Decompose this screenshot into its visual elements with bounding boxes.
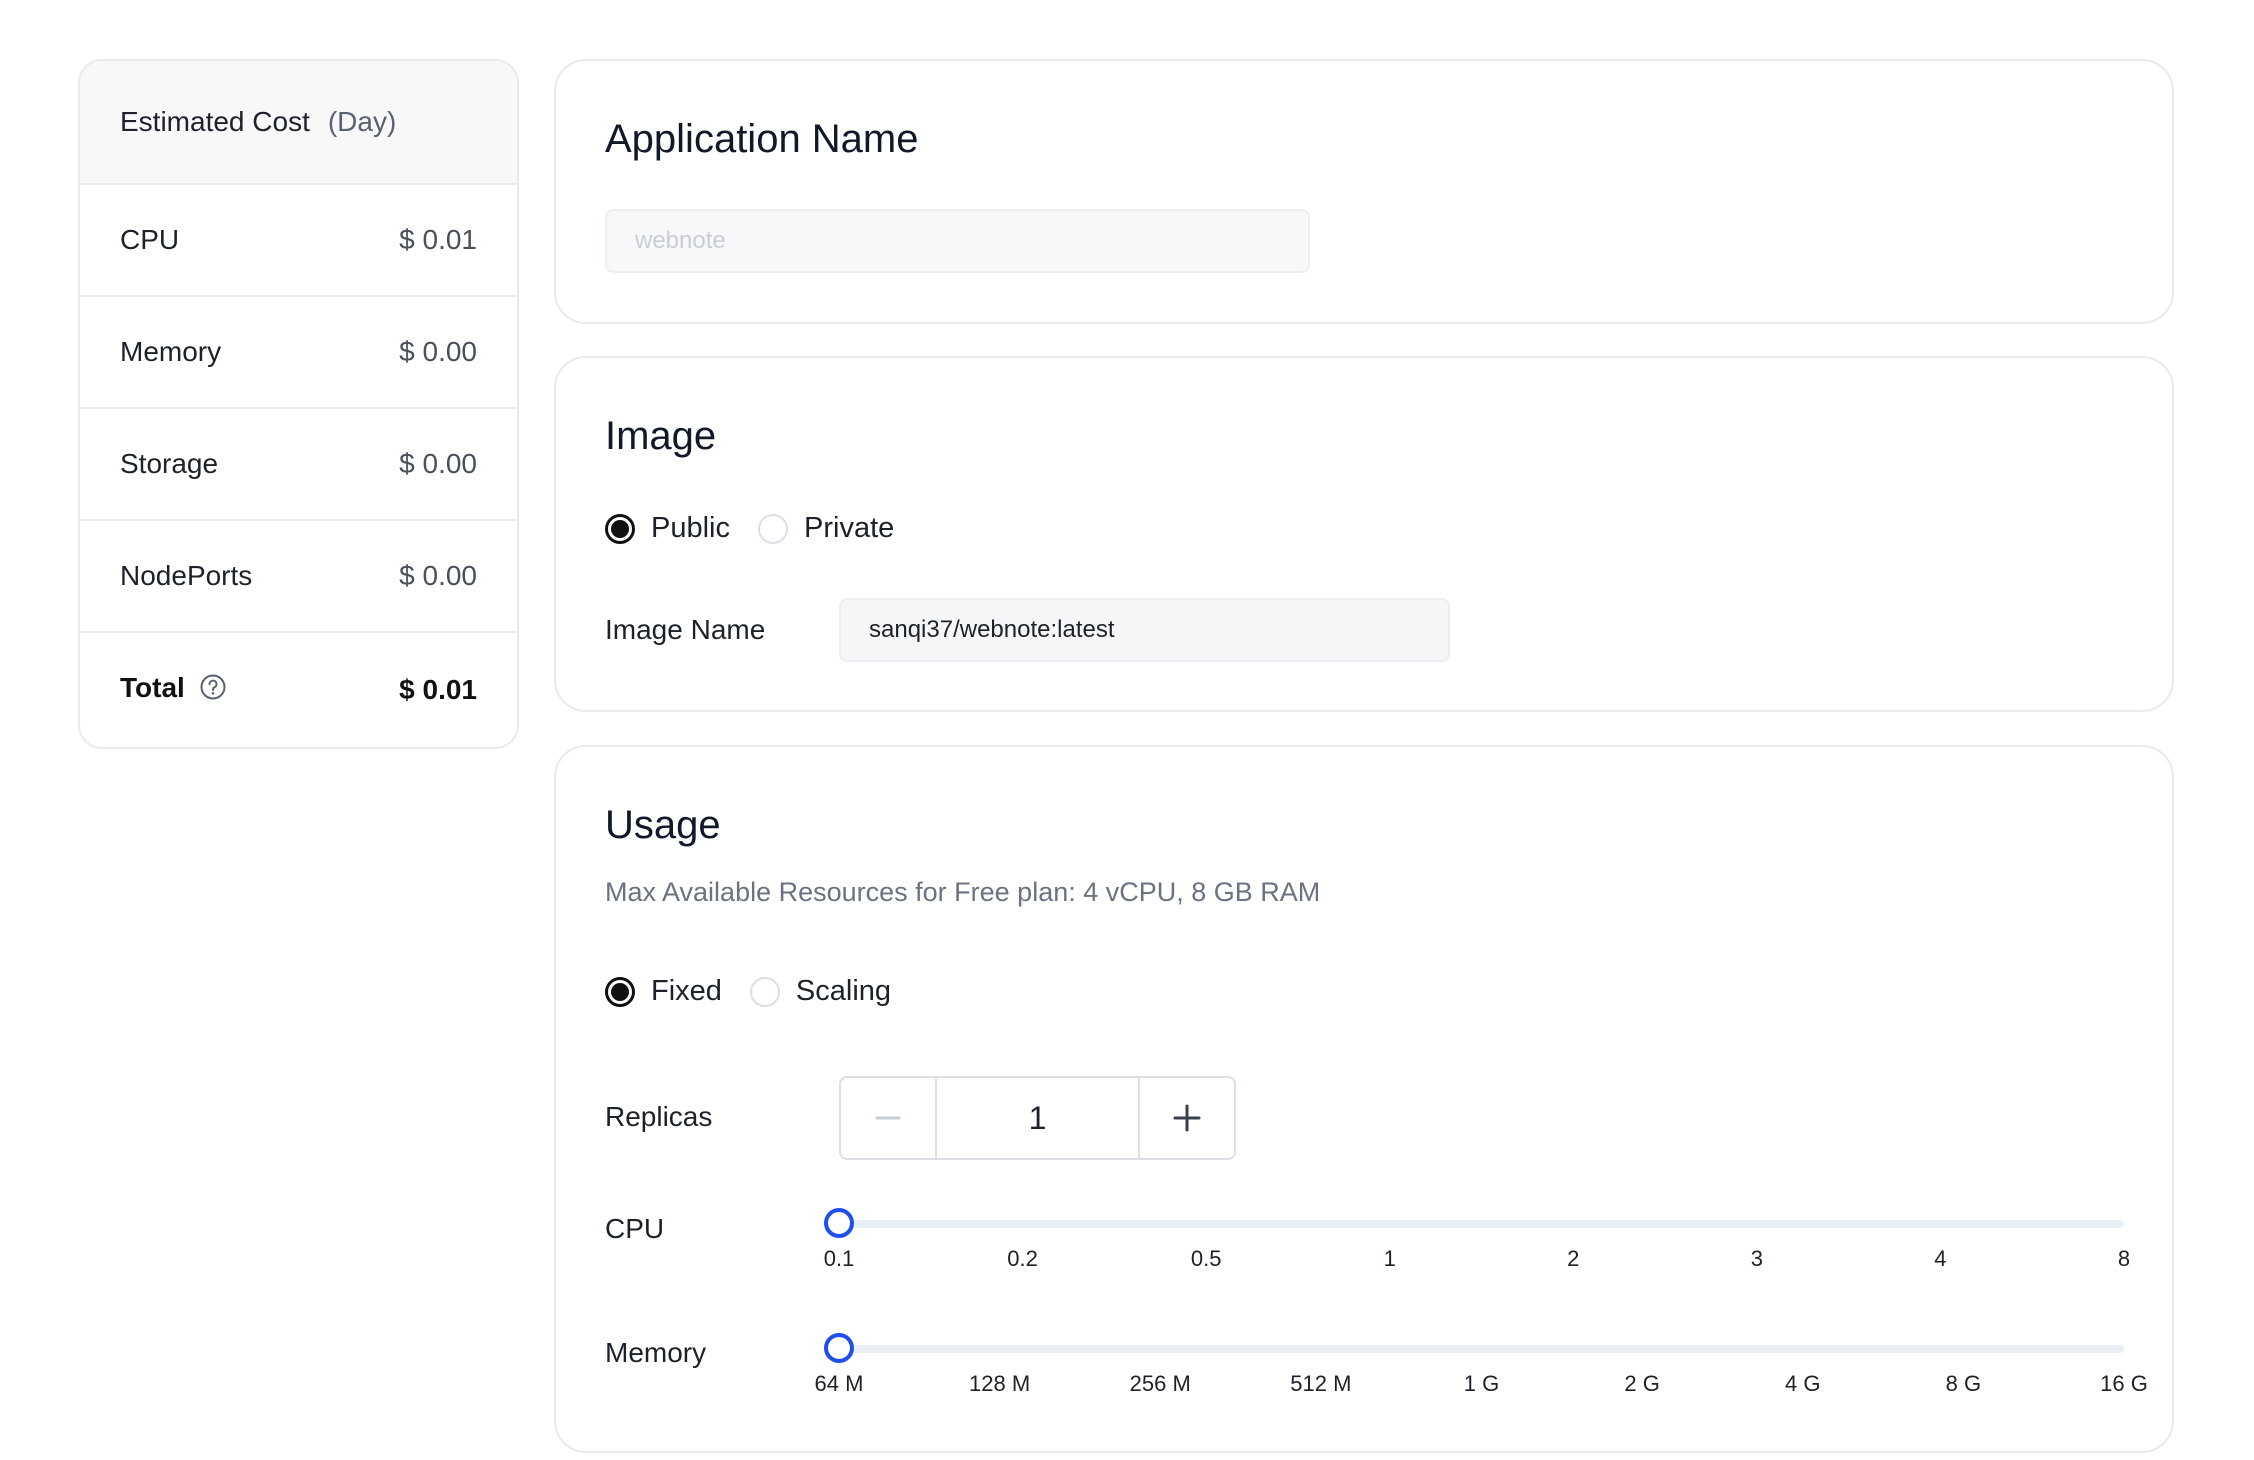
memory-slider-handle[interactable] (824, 1333, 854, 1363)
scaling-mode-radio-group: Fixed Scaling (605, 975, 919, 1008)
memory-slider[interactable]: 64 M 128 M 256 M 512 M 1 G 2 G 4 G 8 G 16 G (815, 1333, 2148, 1405)
cost-row-nodeports: NodePorts $ 0.00 (80, 521, 517, 633)
slider-tick-label[interactable]: 128 M (969, 1371, 1030, 1397)
cost-label: Memory (120, 336, 222, 367)
help-icon[interactable] (199, 673, 227, 708)
total-value: $ 0.01 (399, 674, 477, 705)
slider-tick-label[interactable]: 2 (1567, 1246, 1579, 1272)
cpu-label: CPU (605, 1213, 665, 1244)
memory-label: Memory (605, 1337, 707, 1368)
slider-track[interactable] (839, 1345, 2124, 1353)
radio-label: Scaling (795, 975, 892, 1007)
radio-private[interactable]: Private (758, 512, 894, 545)
minus-icon (875, 1116, 901, 1120)
slider-track[interactable] (839, 1220, 2124, 1228)
cost-row-total: Total $ 0.01 (80, 633, 517, 747)
slider-tick-label[interactable]: 2 G (1624, 1371, 1659, 1397)
cost-value: $ 0.00 (399, 448, 477, 479)
slider-tick-label[interactable]: 8 (2118, 1246, 2130, 1272)
usage-description: Max Available Resources for Free plan: 4… (605, 877, 1321, 907)
application-name-title: Application Name (605, 117, 919, 161)
cost-value: $ 0.01 (399, 224, 477, 255)
usage-card: Usage Max Available Resources for Free p… (554, 745, 2174, 1453)
replicas-label: Replicas (605, 1101, 713, 1132)
cost-label: CPU (120, 224, 180, 255)
radio-label: Public (651, 512, 730, 544)
slider-tick-label[interactable]: 0.5 (1191, 1246, 1222, 1272)
cost-value: $ 0.00 (399, 560, 477, 591)
image-name-label: Image Name (605, 614, 766, 645)
radio-circle-checked (605, 976, 635, 1007)
increment-button[interactable] (1138, 1078, 1234, 1158)
replicas-stepper: 1 (839, 1076, 1236, 1160)
image-card: Image Public Private Image Name (554, 356, 2174, 712)
total-label-group: Total (120, 672, 227, 707)
cost-value: $ 0.00 (399, 336, 477, 367)
usage-title: Usage (605, 803, 721, 847)
radio-public[interactable]: Public (605, 512, 730, 545)
slider-tick-label[interactable]: 8 G (1946, 1371, 1981, 1397)
slider-tick-label[interactable]: 16 G (2100, 1371, 2148, 1397)
image-name-input[interactable] (839, 598, 1450, 662)
cost-label: NodePorts (120, 560, 253, 591)
cost-row-storage: Storage $ 0.00 (80, 409, 517, 521)
slider-tick-label[interactable]: 64 M (815, 1371, 864, 1397)
slider-tick-label[interactable]: 1 (1384, 1246, 1396, 1272)
radio-label: Fixed (651, 975, 722, 1007)
cost-row-memory: Memory $ 0.00 (80, 297, 517, 409)
cpu-slider-handle[interactable] (824, 1208, 854, 1238)
application-name-card: Application Name (554, 59, 2174, 324)
cpu-slider[interactable]: 0.1 0.2 0.5 1 2 3 4 8 (824, 1208, 2130, 1280)
cost-header: Estimated Cost (Day) (80, 61, 517, 185)
cost-title: Estimated Cost (120, 106, 310, 137)
radio-circle (758, 513, 788, 544)
slider-tick-label[interactable]: 0.1 (824, 1246, 855, 1272)
decrement-button[interactable] (841, 1078, 937, 1158)
image-title: Image (605, 414, 717, 458)
image-visibility-radio-group: Public Private (605, 512, 922, 545)
radio-label: Private (804, 512, 895, 544)
cost-label: Storage (120, 448, 219, 479)
slider-tick-label[interactable]: 256 M (1130, 1371, 1191, 1397)
plus-icon (1173, 1104, 1201, 1132)
slider-tick-label[interactable]: 4 G (1785, 1371, 1820, 1397)
replicas-value[interactable]: 1 (937, 1078, 1138, 1158)
radio-scaling[interactable]: Scaling (749, 975, 892, 1008)
estimated-cost-panel: Estimated Cost (Day) CPU $ 0.01 Memory $… (78, 59, 519, 749)
radio-circle (749, 976, 780, 1007)
radio-circle-checked (605, 513, 635, 544)
slider-tick-label[interactable]: 3 (1751, 1246, 1763, 1272)
slider-tick-label[interactable]: 512 M (1290, 1371, 1351, 1397)
cost-unit: (Day) (327, 106, 397, 137)
slider-tick-label[interactable]: 0.2 (1007, 1246, 1038, 1272)
slider-tick-label[interactable]: 1 G (1464, 1371, 1499, 1397)
radio-fixed[interactable]: Fixed (605, 975, 722, 1008)
application-name-input[interactable] (605, 209, 1310, 273)
cost-row-cpu: CPU $ 0.01 (80, 185, 517, 297)
slider-tick-label[interactable]: 4 (1934, 1246, 1946, 1272)
total-label: Total (120, 672, 185, 704)
